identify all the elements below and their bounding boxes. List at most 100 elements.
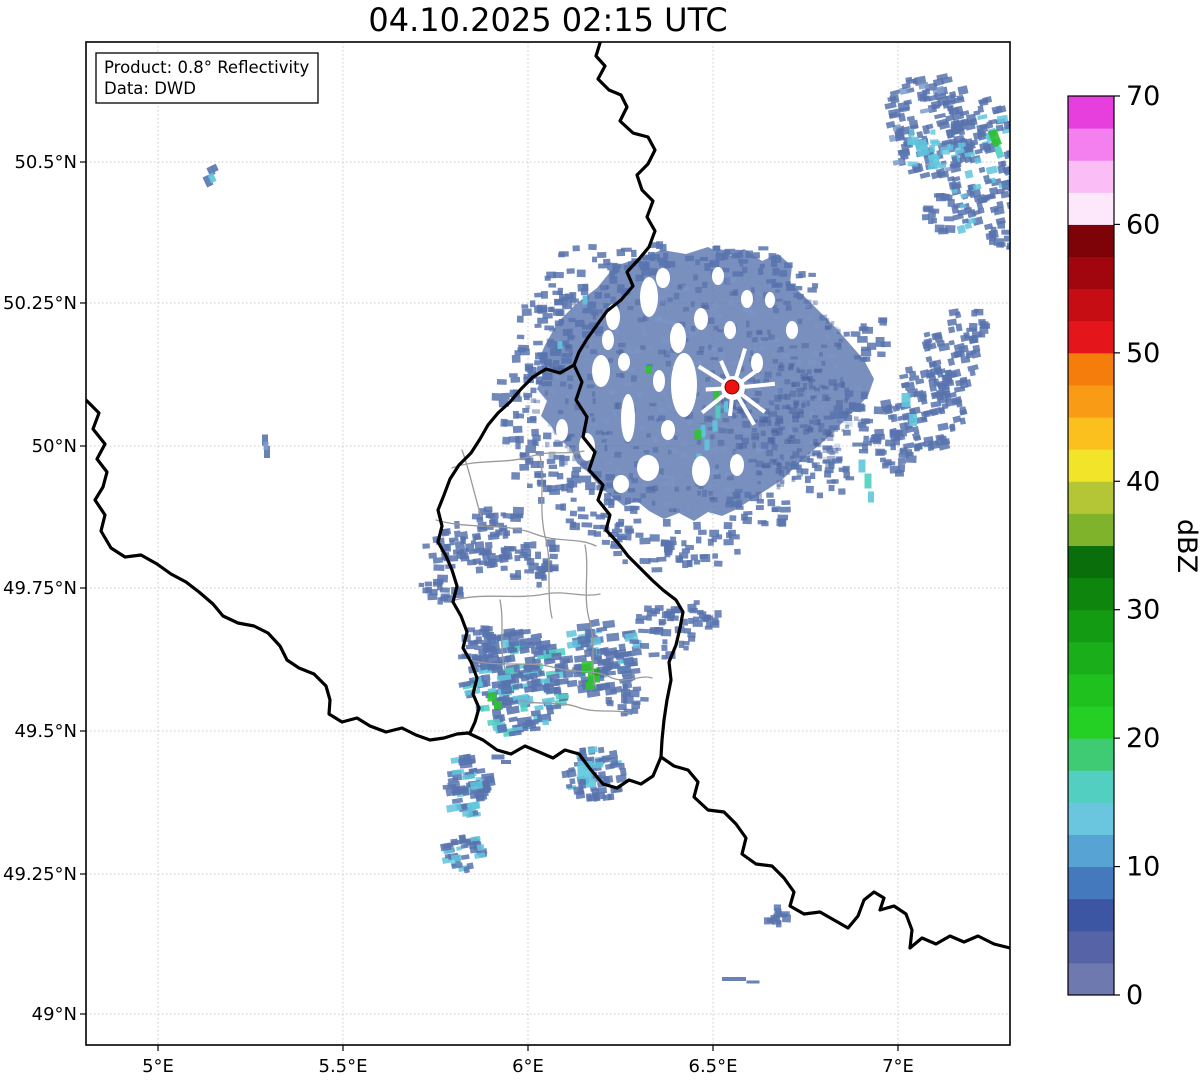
echo-cell	[682, 641, 690, 646]
echo-cell	[946, 144, 954, 151]
echo-cell	[630, 375, 637, 382]
echo-cell	[536, 581, 542, 588]
echo-cell	[754, 375, 760, 380]
echo-cell	[709, 507, 714, 514]
colorbar-segment	[1068, 288, 1114, 322]
x-tick-label: 5.5°E	[319, 1056, 368, 1077]
echo-cell	[930, 129, 936, 135]
echo-cell	[722, 267, 730, 273]
echo-cell	[826, 479, 836, 484]
echo-cell	[710, 307, 716, 313]
echo-cell	[631, 249, 637, 258]
echo-cell	[776, 480, 785, 488]
echo-cell	[712, 468, 720, 475]
echo-cell	[633, 348, 642, 354]
echo-cell	[639, 558, 651, 565]
echo-cell	[745, 320, 750, 328]
y-tick-label: 50.25°N	[3, 293, 77, 314]
echo-cell	[516, 315, 524, 323]
echo-cell	[615, 402, 622, 410]
colorbar-segment	[1068, 738, 1114, 771]
echo-cell	[652, 485, 659, 492]
echo-cell	[967, 184, 974, 191]
echo-cell	[770, 429, 778, 434]
colorbar-segment	[1068, 930, 1114, 964]
echo-cell	[600, 284, 608, 291]
echo-cell	[929, 144, 936, 153]
echo-cell	[528, 562, 539, 571]
echo-cell	[487, 557, 497, 566]
echo-cell	[654, 627, 663, 632]
echo-cell	[811, 283, 819, 289]
echo-gap	[613, 475, 629, 493]
echo-cell	[636, 392, 643, 398]
echo-cell	[754, 390, 762, 396]
echo-cell	[575, 790, 586, 800]
echo-cell	[978, 318, 986, 326]
echo-cell	[797, 318, 803, 325]
echo-cell	[566, 268, 575, 274]
echo-cell	[604, 293, 611, 299]
colorbar-segment	[1068, 545, 1114, 579]
echo-cell	[757, 481, 762, 485]
echo-cell	[456, 550, 463, 555]
echo-cell	[712, 245, 720, 251]
echo-cell	[500, 418, 508, 427]
echo-cell	[808, 272, 816, 277]
echo-cell	[629, 639, 640, 645]
echo-cell	[559, 655, 574, 664]
echo-cell	[599, 647, 608, 656]
echo-cell	[706, 429, 713, 434]
echo-cell	[833, 342, 842, 348]
echo-cell	[508, 436, 520, 443]
colorbar-segment	[1068, 384, 1114, 418]
echo-cell	[818, 427, 823, 433]
x-tick-label: 6.5°E	[689, 1056, 738, 1077]
echo-cell	[653, 415, 658, 420]
echo-cell	[744, 429, 752, 436]
echo-cell	[777, 365, 785, 372]
echo-cell	[570, 497, 577, 502]
echo-cell	[685, 255, 695, 262]
echo-cell	[487, 649, 499, 658]
echo-cell	[752, 441, 756, 449]
echo-cell	[633, 446, 640, 450]
echo-cell	[712, 302, 719, 309]
echo-cell	[500, 565, 508, 571]
echo-cell	[639, 537, 651, 545]
echo-cell	[812, 450, 821, 456]
echo-cell	[535, 571, 545, 580]
echo-cell	[534, 360, 541, 366]
echo-cell	[608, 388, 616, 395]
echo-cell	[729, 291, 738, 297]
echo-cell	[560, 483, 569, 492]
echo-cell	[704, 625, 713, 630]
echo-cell	[627, 305, 634, 310]
echo-cell	[732, 271, 744, 277]
echo-cell	[811, 415, 819, 419]
echo-cell	[683, 627, 692, 634]
echo-cell	[667, 297, 673, 302]
info-box: Product: 0.8° Reflectivity Data: DWD	[95, 52, 319, 104]
echo-cell	[771, 443, 778, 451]
echo-cell	[656, 556, 667, 562]
echo-cell	[580, 463, 588, 470]
x-tick-label: 7°E	[882, 1056, 914, 1077]
echo-cell	[712, 553, 719, 559]
echo-cell	[852, 442, 864, 447]
echo-cell	[549, 488, 561, 495]
echo-cell	[450, 838, 459, 846]
echo-cell	[725, 532, 733, 539]
echo-cell	[897, 463, 906, 473]
echo-cell	[779, 270, 788, 277]
echo-cell	[778, 519, 786, 527]
echo-cell	[1011, 185, 1018, 194]
echo-cell	[491, 393, 502, 401]
colorbar-tick-label: 60	[1126, 209, 1160, 240]
echo-cell	[696, 439, 702, 445]
echo-cell	[612, 266, 620, 273]
echo-cell	[627, 367, 636, 373]
echo-cell	[883, 459, 892, 467]
echo-cell	[657, 407, 665, 413]
echo-cell	[519, 348, 530, 356]
